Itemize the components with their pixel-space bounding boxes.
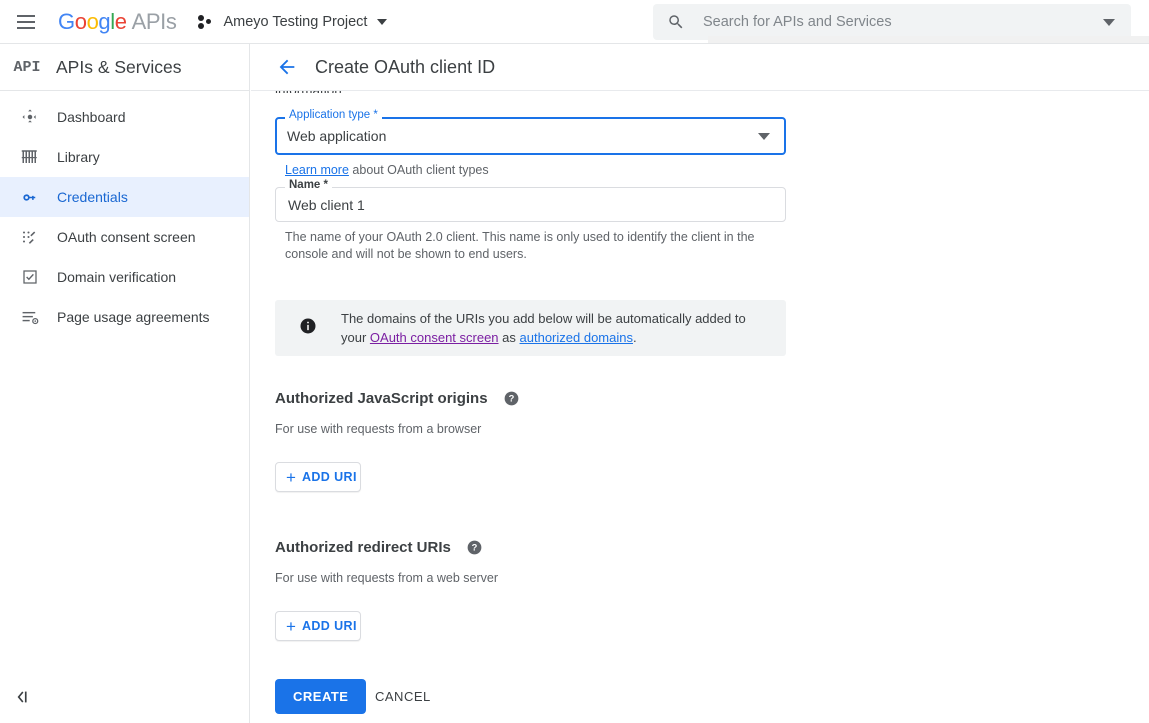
client-name-helper-text: The name of your OAuth 2.0 client. This …: [285, 229, 755, 263]
search-input[interactable]: [703, 14, 1095, 30]
clipped-scrolled-text: information.: [275, 91, 346, 93]
search-dropdown-chevron-down-icon[interactable]: [1103, 18, 1115, 26]
project-name: Ameyo Testing Project: [223, 13, 368, 30]
add-uri-button-redirect-uris[interactable]: + ADD URI: [275, 611, 361, 641]
learn-more-helper: Learn more about OAuth client types: [285, 163, 489, 177]
add-uri-label: ADD URI: [301, 619, 357, 633]
client-name-field[interactable]: Name *: [275, 179, 786, 222]
info-banner: The domains of the URIs you add below wi…: [275, 300, 786, 356]
sidebar-item-library[interactable]: Library: [0, 137, 249, 177]
application-type-value: Web application: [287, 128, 387, 144]
info-text-part1: The domains of the URIs you add below wi…: [341, 311, 746, 326]
sidebar-item-dashboard[interactable]: Dashboard: [0, 97, 249, 137]
help-icon[interactable]: ?: [467, 540, 482, 555]
info-banner-text: The domains of the URIs you add below wi…: [341, 309, 766, 347]
info-icon: [299, 317, 317, 340]
plus-icon: +: [286, 467, 296, 487]
consent-screen-icon: [18, 228, 42, 246]
cloud-project-icon: [198, 14, 214, 29]
sidebar-item-label: OAuth consent screen: [57, 229, 196, 245]
sidebar-item-label: Page usage agreements: [57, 309, 210, 325]
redirect-uris-title-text: Authorized redirect URIs: [275, 539, 451, 556]
sidebar-item-label: Credentials: [57, 189, 128, 205]
javascript-origins-title-text: Authorized JavaScript origins: [275, 390, 488, 407]
learn-more-link[interactable]: Learn more: [285, 163, 349, 177]
page-content: information. Application type * Web appl…: [251, 91, 1149, 723]
sidebar-item-oauth-consent-screen[interactable]: OAuth consent screen: [0, 217, 249, 257]
learn-more-rest: about OAuth client types: [348, 163, 489, 177]
google-apis-logo[interactable]: Google APIs: [58, 8, 177, 34]
chevron-down-icon: [377, 18, 388, 25]
sidebar-item-page-usage-agreements[interactable]: Page usage agreements: [0, 297, 249, 337]
hamburger-menu-icon[interactable]: [6, 2, 46, 42]
oauth-consent-screen-link[interactable]: OAuth consent screen: [370, 330, 499, 345]
api-product-icon: API: [13, 58, 41, 76]
check-box-icon: [18, 268, 42, 286]
info-text-part3: as: [498, 330, 520, 345]
application-type-select[interactable]: Application type * Web application: [275, 109, 786, 155]
client-name-helper-line1: The name of your OAuth 2.0 client. This …: [285, 230, 755, 244]
plus-icon: +: [286, 616, 296, 636]
search-bar[interactable]: [653, 4, 1131, 40]
library-icon: [18, 148, 42, 166]
create-button[interactable]: CREATE: [275, 679, 367, 714]
sidebar-item-label: Dashboard: [57, 109, 126, 125]
sidebar-item-credentials[interactable]: Credentials: [0, 177, 249, 217]
client-name-label: Name *: [285, 179, 332, 192]
project-selector[interactable]: Ameyo Testing Project: [194, 6, 391, 38]
authorized-domains-link[interactable]: authorized domains: [520, 330, 633, 345]
sidebar-title: APIs & Services: [56, 56, 182, 77]
logo-apis-text: APIs: [131, 8, 177, 34]
add-uri-button-javascript-origins[interactable]: + ADD URI: [275, 462, 361, 492]
client-name-input[interactable]: [286, 195, 766, 214]
key-icon: [18, 188, 42, 207]
redirect-uris-subtitle: For use with requests from a web server: [275, 571, 498, 585]
back-arrow-icon[interactable]: [267, 47, 307, 87]
sidebar-item-label: Library: [57, 149, 100, 165]
info-text-part4: .: [632, 330, 637, 345]
dashboard-icon: [18, 108, 42, 126]
javascript-origins-title: Authorized JavaScript origins ?: [275, 390, 519, 407]
svg-text:?: ?: [472, 543, 478, 553]
chevron-down-icon: [758, 132, 770, 140]
collapse-panel-icon[interactable]: [12, 679, 52, 715]
sidebar-nav-list: Dashboard Library Credentials OAuth cons…: [0, 91, 249, 337]
sidebar-item-label: Domain verification: [57, 269, 177, 285]
svg-text:?: ?: [508, 394, 514, 404]
sidebar-header: API APIs & Services: [0, 44, 249, 91]
page-title: Create OAuth client ID: [315, 56, 496, 77]
redirect-uris-title: Authorized redirect URIs ?: [275, 539, 482, 556]
client-name-helper-line2: console and will not be shown to end use…: [285, 247, 527, 261]
info-text-part2: your: [341, 330, 370, 345]
sidebar: API APIs & Services Dashboard Library Cr…: [0, 44, 250, 723]
cancel-button[interactable]: CANCEL: [361, 679, 445, 714]
help-icon[interactable]: ?: [504, 391, 519, 406]
javascript-origins-subtitle: For use with requests from a browser: [275, 422, 482, 436]
horizontal-scrollbar-track[interactable]: [708, 36, 1149, 43]
search-icon: [667, 13, 685, 31]
application-type-label: Application type *: [285, 109, 382, 122]
add-uri-label: ADD URI: [301, 470, 357, 484]
app-root: GoogleAPIs Ameyo Testing Project API API…: [0, 0, 1149, 723]
sidebar-item-domain-verification[interactable]: Domain verification: [0, 257, 249, 297]
page-usage-icon: [18, 308, 42, 327]
page-header: Create OAuth client ID: [251, 44, 1149, 91]
